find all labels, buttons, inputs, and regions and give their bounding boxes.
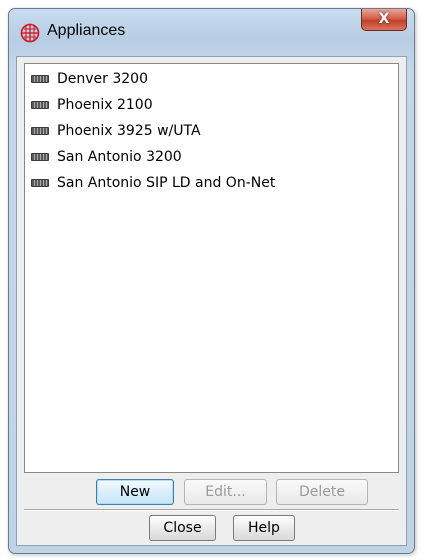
appliance-device-icon: [31, 74, 49, 83]
window-title: Appliances: [47, 22, 126, 39]
list-item-san-antonio-3200[interactable]: San Antonio 3200: [31, 145, 182, 168]
list-item-denver-3200[interactable]: Denver 3200: [31, 67, 148, 90]
appliance-device-icon: [31, 152, 49, 161]
globe-grid-icon: [20, 23, 40, 43]
appliance-device-icon: [31, 178, 49, 187]
appliance-list[interactable]: Denver 3200 Phoenix 2100 Phoenix 3925 w/…: [24, 63, 399, 473]
window-close-button[interactable]: X: [361, 9, 407, 31]
list-item-phoenix-3925[interactable]: Phoenix 3925 w/UTA: [31, 119, 201, 142]
list-item-label: Denver 3200: [57, 70, 148, 87]
dialog-content: Denver 3200 Phoenix 2100 Phoenix 3925 w/…: [16, 56, 407, 546]
list-item-phoenix-2100[interactable]: Phoenix 2100: [31, 93, 153, 116]
help-button[interactable]: Help: [233, 515, 295, 541]
delete-button[interactable]: Delete: [276, 479, 368, 505]
title-bar[interactable]: Appliances X: [9, 9, 414, 57]
close-button[interactable]: Close: [149, 515, 216, 541]
close-icon: X: [378, 11, 390, 27]
appliance-device-icon: [31, 100, 49, 109]
edit-button[interactable]: Edit...: [184, 479, 267, 505]
list-item-san-antonio-sip[interactable]: San Antonio SIP LD and On-Net: [31, 171, 275, 194]
list-item-label: San Antonio SIP LD and On-Net: [57, 174, 276, 191]
divider: [24, 509, 399, 511]
list-item-label: Phoenix 2100: [57, 96, 153, 113]
list-item-label: Phoenix 3925 w/UTA: [57, 122, 201, 139]
appliance-device-icon: [31, 126, 49, 135]
list-item-label: San Antonio 3200: [57, 148, 182, 165]
new-button[interactable]: New: [96, 479, 174, 505]
appliances-dialog: Appliances X Denver 3200 Phoenix 2100 Ph…: [8, 8, 415, 554]
